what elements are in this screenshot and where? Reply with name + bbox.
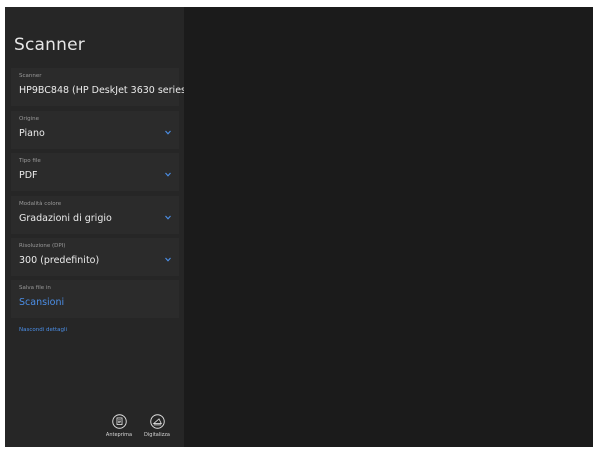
scanner-selector[interactable]: Scanner HP9BC848 (HP DeskJet 3630 series…: [11, 68, 190, 106]
save-location-field: Salva file in Scansioni: [11, 280, 179, 318]
resolution-dropdown[interactable]: Risoluzione (DPI) 300 (predefinito): [11, 238, 179, 276]
source-dropdown[interactable]: Origine Piano: [11, 111, 179, 149]
preview-label: Anteprima: [105, 432, 133, 438]
scan-icon: [149, 414, 165, 429]
preview-icon: [111, 414, 127, 429]
color-mode-value: Gradazioni di grigio: [19, 213, 112, 224]
save-location-link[interactable]: Scansioni: [19, 297, 64, 308]
scanner-label: Scanner: [19, 73, 42, 79]
resolution-label: Risoluzione (DPI): [19, 243, 66, 249]
scan-label: Digitalizza: [144, 432, 170, 438]
preview-button[interactable]: Anteprima: [99, 414, 139, 438]
scanner-app-window: Scanner Scanner HP9BC848 (HP DeskJet 363…: [5, 7, 593, 447]
file-type-label: Tipo file: [19, 158, 41, 164]
scan-preview-area: [184, 7, 593, 447]
chevron-down-icon: [165, 257, 171, 262]
color-mode-dropdown[interactable]: Modalità colore Gradazioni di grigio: [11, 196, 179, 234]
color-mode-label: Modalità colore: [19, 201, 62, 207]
file-type-dropdown[interactable]: Tipo file PDF: [11, 153, 179, 191]
source-label: Origine: [19, 116, 40, 122]
resolution-value: 300 (predefinito): [19, 255, 100, 266]
settings-sidebar: Scanner Scanner HP9BC848 (HP DeskJet 363…: [5, 7, 190, 447]
save-location-label: Salva file in: [19, 285, 51, 291]
chevron-down-icon: [165, 215, 171, 220]
source-value: Piano: [19, 128, 45, 139]
scanner-value: HP9BC848 (HP DeskJet 3630 series): [19, 85, 190, 96]
chevron-down-icon: [165, 130, 171, 135]
chevron-down-icon: [165, 172, 171, 177]
hide-details-link[interactable]: Nascondi dettagli: [19, 327, 67, 333]
app-title: Scanner: [14, 35, 85, 55]
scan-button[interactable]: Digitalizza: [137, 414, 177, 438]
file-type-value: PDF: [19, 170, 38, 181]
